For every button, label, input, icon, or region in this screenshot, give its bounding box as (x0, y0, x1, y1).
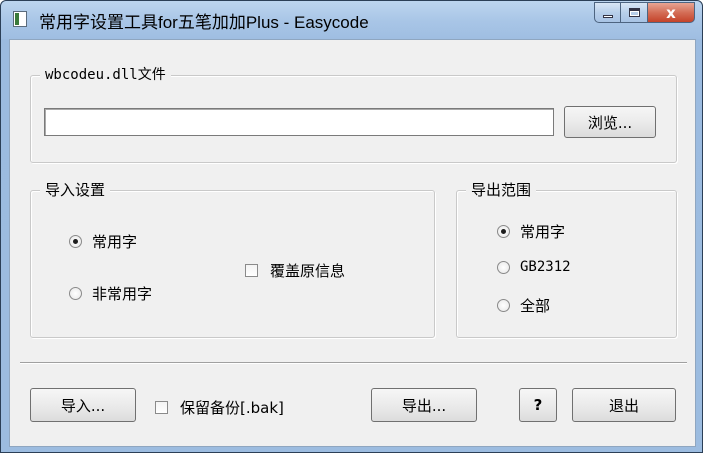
dll-file-group: wbcodeu.dll文件 浏览... (30, 65, 677, 163)
overwrite-checkbox[interactable]: 覆盖原信息 (245, 260, 345, 281)
exit-button[interactable]: 退出 (572, 388, 676, 422)
help-button[interactable]: ? (519, 388, 557, 422)
export-button-label: 导出... (401, 396, 447, 415)
export-range-legend: 导出范围 (466, 180, 537, 200)
import-radio-common[interactable]: 常用字 (69, 231, 137, 252)
window-controls: x (594, 2, 695, 24)
minimize-icon (602, 15, 613, 18)
overwrite-checkbox-label: 覆盖原信息 (270, 262, 346, 280)
import-settings-legend: 导入设置 (40, 180, 111, 200)
window-title: 常用字设置工具for五笔加加Plus - Easycode (39, 13, 369, 32)
import-settings-group: 导入设置 常用字 非常用字 覆盖原信息 (30, 180, 435, 338)
radio-selected-icon (497, 225, 510, 238)
export-range-group: 导出范围 常用字 GB2312 全部 (456, 180, 677, 338)
import-radio-common-label: 常用字 (92, 233, 138, 251)
app-icon[interactable] (13, 11, 27, 27)
browse-button[interactable]: 浏览... (564, 106, 656, 138)
radio-unselected-icon (497, 299, 510, 312)
export-radio-all-label: 全部 (520, 297, 551, 315)
minimize-button[interactable] (594, 2, 621, 23)
export-radio-gb2312-label: GB2312 (520, 259, 571, 275)
export-radio-gb2312[interactable]: GB2312 (497, 259, 571, 275)
close-icon: x (666, 3, 676, 22)
close-button[interactable]: x (648, 2, 695, 23)
import-button[interactable]: 导入... (30, 388, 136, 422)
radio-unselected-icon (497, 260, 510, 274)
import-radio-uncommon[interactable]: 非常用字 (69, 283, 152, 304)
exit-button-label: 退出 (608, 396, 639, 415)
export-radio-all[interactable]: 全部 (497, 295, 550, 316)
export-radio-common-label: 常用字 (520, 223, 566, 241)
import-button-label: 导入... (60, 396, 106, 415)
backup-checkbox[interactable]: 保留备份[.bak] (155, 397, 284, 418)
export-radio-common[interactable]: 常用字 (497, 221, 565, 242)
app-window: 常用字设置工具for五笔加加Plus - Easycode x wbcodeu.… (0, 0, 703, 453)
checkbox-unchecked-icon (245, 264, 258, 277)
export-button[interactable]: 导出... (371, 388, 477, 422)
dialog-client-area: wbcodeu.dll文件 浏览... 导入设置 常用字 非常用字 覆盖原信息 (9, 39, 696, 447)
radio-selected-icon (69, 235, 82, 248)
checkbox-unchecked-icon (155, 401, 168, 414)
import-radio-uncommon-label: 非常用字 (92, 285, 153, 303)
maximize-icon (628, 8, 640, 17)
radio-unselected-icon (69, 287, 82, 300)
maximize-button[interactable] (621, 2, 648, 23)
dll-path-input[interactable] (44, 108, 554, 136)
title-bar[interactable]: 常用字设置工具for五笔加加Plus - Easycode x (1, 1, 702, 39)
dll-file-group-legend: wbcodeu.dll文件 (40, 65, 171, 85)
backup-checkbox-label: 保留备份[.bak] (180, 399, 284, 417)
help-icon: ? (533, 396, 543, 414)
footer-separator (20, 362, 687, 364)
browse-button-label: 浏览... (587, 113, 633, 132)
